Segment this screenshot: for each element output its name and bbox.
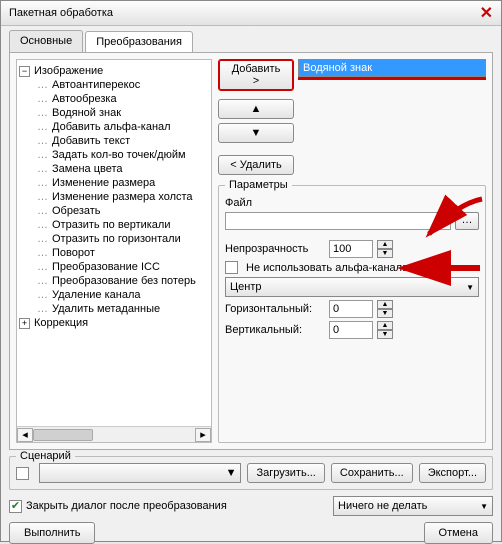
tabs: Основные Преобразования bbox=[1, 26, 501, 52]
file-input[interactable] bbox=[225, 212, 451, 230]
tree-node-correction[interactable]: +Коррекция bbox=[19, 316, 209, 330]
horizontal-scrollbar[interactable]: ◂ ▸ bbox=[17, 426, 211, 442]
collapse-icon[interactable]: − bbox=[19, 66, 30, 77]
tree-item[interactable]: Замена цвета bbox=[37, 162, 209, 176]
tree-item[interactable]: Удалить метаданные bbox=[37, 302, 209, 316]
annotation-underline bbox=[298, 77, 486, 80]
add-button[interactable]: Добавить > bbox=[218, 59, 294, 91]
cancel-button[interactable]: Отмена bbox=[424, 522, 493, 544]
vertical-spinner[interactable]: ▲▼ bbox=[377, 321, 393, 339]
horizontal-input[interactable] bbox=[329, 300, 373, 318]
chevron-up-icon: ▲ bbox=[251, 103, 262, 115]
parameters-legend: Параметры bbox=[225, 179, 292, 191]
scenario-select[interactable]: ▼ bbox=[39, 463, 241, 483]
export-button[interactable]: Экспорт... bbox=[419, 463, 486, 483]
tree-item[interactable]: Автоантиперекос bbox=[37, 78, 209, 92]
scenario-checkbox[interactable] bbox=[16, 467, 29, 480]
parameters-fieldset: Параметры Файл … Непрозрачность ▲▼ Не ис… bbox=[218, 185, 486, 443]
transforms-tree[interactable]: −Изображение Автоантиперекос Автообрезка… bbox=[16, 59, 212, 443]
opacity-label: Непрозрачность bbox=[225, 243, 325, 255]
tree-item[interactable]: Добавить текст bbox=[37, 134, 209, 148]
spin-down-icon[interactable]: ▼ bbox=[377, 309, 393, 318]
tree-node-image[interactable]: −Изображение bbox=[19, 64, 209, 78]
opacity-input[interactable] bbox=[329, 240, 373, 258]
save-button[interactable]: Сохранить... bbox=[331, 463, 413, 483]
scenario-legend: Сценарий bbox=[16, 450, 75, 462]
spin-up-icon[interactable]: ▲ bbox=[377, 300, 393, 309]
close-after-checkbox[interactable]: ✔ bbox=[9, 500, 22, 513]
tree-item[interactable]: Изменение размера холста bbox=[37, 190, 209, 204]
load-button[interactable]: Загрузить... bbox=[247, 463, 324, 483]
tree-item[interactable]: Отразить по горизонтали bbox=[37, 232, 209, 246]
footer-buttons: Выполнить Отмена bbox=[9, 522, 493, 544]
scroll-thumb[interactable] bbox=[33, 429, 93, 441]
spin-up-icon[interactable]: ▲ bbox=[377, 240, 393, 249]
spin-down-icon[interactable]: ▼ bbox=[377, 249, 393, 258]
list-item[interactable]: Водяной знак bbox=[299, 60, 485, 76]
check-icon: ✔ bbox=[11, 501, 20, 512]
tree-children-image: Автоантиперекос Автообрезка Водяной знак… bbox=[19, 78, 209, 316]
position-select[interactable]: Центр ▼ bbox=[225, 277, 479, 297]
close-icon[interactable]: ✕ bbox=[480, 3, 493, 23]
chevron-down-icon: ▼ bbox=[466, 283, 474, 292]
no-alpha-label: Не использовать альфа-канал bbox=[246, 262, 402, 274]
tree-item[interactable]: Автообрезка bbox=[37, 92, 209, 106]
batch-processing-window: Пакетная обработка ✕ Основные Преобразов… bbox=[0, 0, 502, 542]
close-after-label: Закрыть диалог после преобразования bbox=[26, 500, 227, 512]
scroll-right-icon[interactable]: ▸ bbox=[195, 428, 211, 442]
chevron-down-icon: ▼ bbox=[226, 467, 237, 479]
tree-item[interactable]: Изменение размера bbox=[37, 176, 209, 190]
browse-button[interactable]: … bbox=[455, 212, 479, 230]
tree-item[interactable]: Удаление канала bbox=[37, 288, 209, 302]
footer-options: ✔ Закрыть диалог после преобразования Ни… bbox=[9, 496, 493, 516]
tree-item[interactable]: Обрезать bbox=[37, 204, 209, 218]
tree-item[interactable]: Добавить альфа-канал bbox=[37, 120, 209, 134]
window-title: Пакетная обработка bbox=[9, 7, 113, 19]
scroll-left-icon[interactable]: ◂ bbox=[17, 428, 33, 442]
scroll-track[interactable] bbox=[33, 428, 195, 442]
move-up-button[interactable]: ▲ bbox=[218, 99, 294, 119]
no-alpha-checkbox[interactable] bbox=[225, 261, 238, 274]
tree-item[interactable]: Водяной знак bbox=[37, 106, 209, 120]
expand-icon[interactable]: + bbox=[19, 318, 30, 329]
spin-down-icon[interactable]: ▼ bbox=[377, 330, 393, 339]
file-label: Файл bbox=[225, 197, 252, 209]
chevron-down-icon: ▼ bbox=[251, 127, 262, 139]
right-column: Добавить > ▲ ▼ < Удалить Водяной знак bbox=[218, 59, 486, 443]
move-down-button[interactable]: ▼ bbox=[218, 123, 294, 143]
tab-body-transforms: −Изображение Автоантиперекос Автообрезка… bbox=[9, 52, 493, 450]
tree-item[interactable]: Преобразование без потерь bbox=[37, 274, 209, 288]
titlebar: Пакетная обработка ✕ bbox=[1, 1, 501, 26]
tree-item[interactable]: Поворот bbox=[37, 246, 209, 260]
after-action-select[interactable]: Ничего не делать ▼ bbox=[333, 496, 493, 516]
horizontal-label: Горизонтальный: bbox=[225, 303, 325, 315]
vertical-label: Вертикальный: bbox=[225, 324, 325, 336]
tree-item[interactable]: Преобразование ICC bbox=[37, 260, 209, 274]
vertical-input[interactable] bbox=[329, 321, 373, 339]
tree-item[interactable]: Отразить по вертикали bbox=[37, 218, 209, 232]
tree-item[interactable]: Задать кол-во точек/дюйм bbox=[37, 148, 209, 162]
horizontal-spinner[interactable]: ▲▼ bbox=[377, 300, 393, 318]
spin-up-icon[interactable]: ▲ bbox=[377, 321, 393, 330]
scenario-section: Сценарий ▼ Загрузить... Сохранить... Экс… bbox=[9, 456, 493, 490]
tab-main[interactable]: Основные bbox=[9, 30, 83, 52]
delete-button[interactable]: < Удалить bbox=[218, 155, 294, 175]
chevron-down-icon: ▼ bbox=[480, 502, 488, 511]
selected-steps-list[interactable]: Водяной знак bbox=[298, 59, 486, 77]
opacity-spinner[interactable]: ▲▼ bbox=[377, 240, 393, 258]
run-button[interactable]: Выполнить bbox=[9, 522, 95, 544]
tab-transforms[interactable]: Преобразования bbox=[85, 31, 193, 53]
